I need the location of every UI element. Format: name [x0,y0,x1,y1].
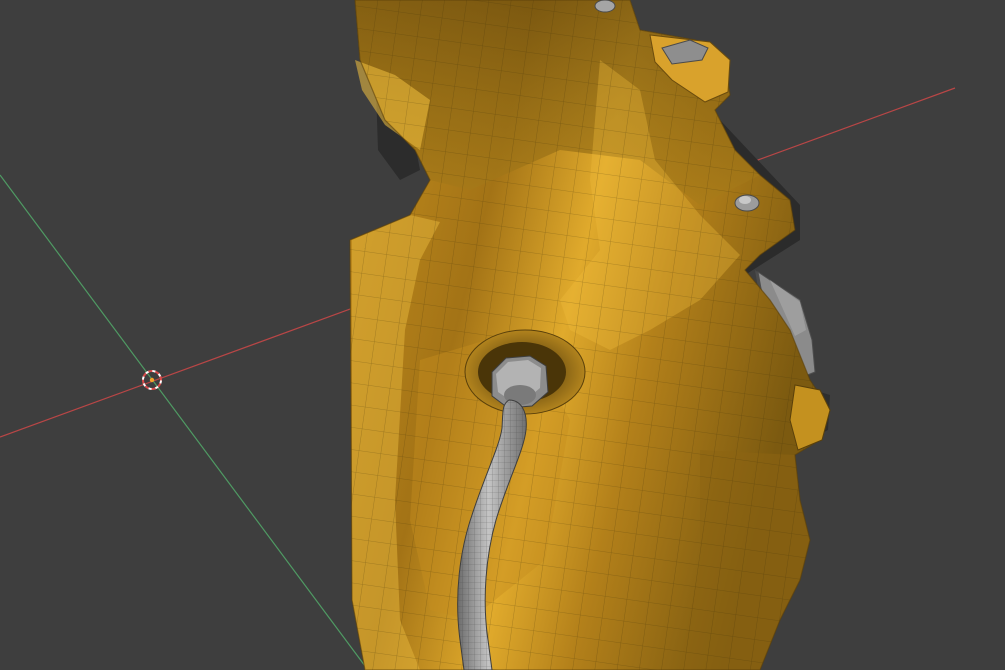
y-axis-line [0,174,369,670]
mounting-bolt-side [734,194,760,212]
3d-cursor-icon[interactable] [142,370,162,390]
brake-caliper-body [349,0,831,670]
3d-viewport[interactable] [0,0,1005,670]
top-fastener [594,0,616,13]
viewport-canvas[interactable] [0,0,1005,670]
